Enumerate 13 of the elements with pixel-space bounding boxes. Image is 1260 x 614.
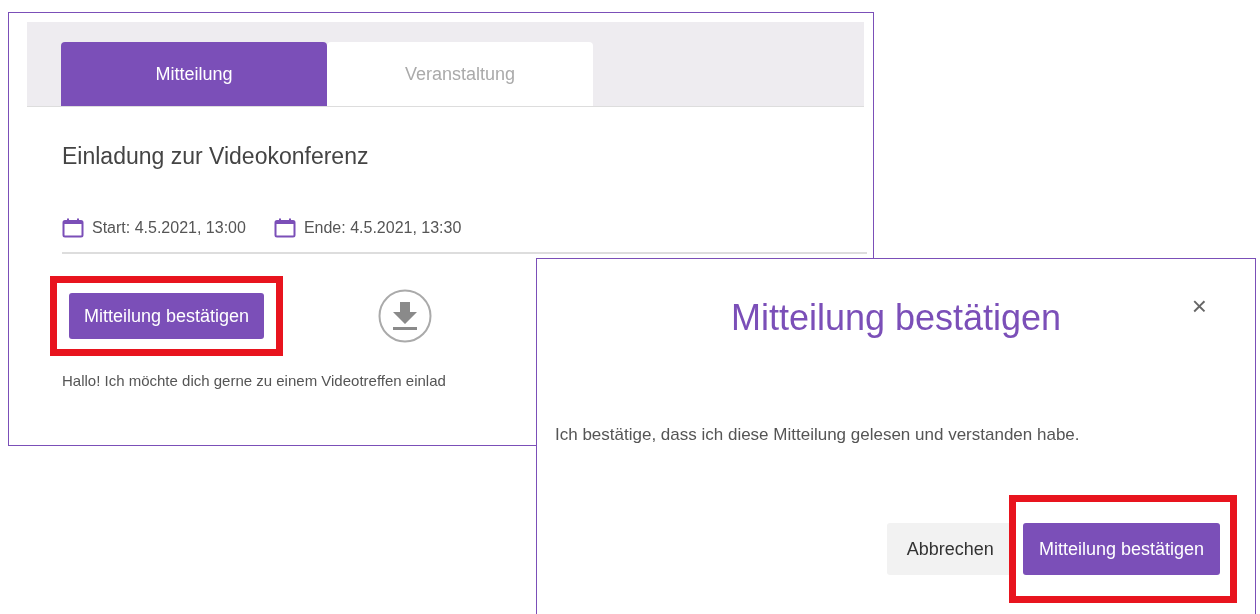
intro-text: Hallo! Ich möchte dich gerne zu einem Videotreffen einlad (62, 372, 447, 389)
confirm-button[interactable]: Mitteilung bestätigen (69, 293, 265, 339)
date-label: Ende: 4.5.2021, 13:30 (303, 219, 462, 237)
dialog-title: Mitteilung bestätigen (730, 297, 1062, 339)
date-label: Start: 4.5.2021, 13:00 (92, 219, 246, 237)
calendar-icon (62, 218, 84, 238)
close-button[interactable]: × (1187, 291, 1211, 322)
event-title: Einladung zur Videokonferenz (62, 143, 370, 170)
download-icon[interactable] (378, 289, 433, 343)
tab[interactable]: Mitteilung (61, 42, 327, 106)
calendar-icon (273, 218, 296, 238)
dialog-message: Ich bestätige, dass ich diese Mitteilung gelesen und verstanden habe. (555, 425, 1081, 445)
confirm-button[interactable]: Mitteilung bestätigen (1022, 523, 1220, 575)
